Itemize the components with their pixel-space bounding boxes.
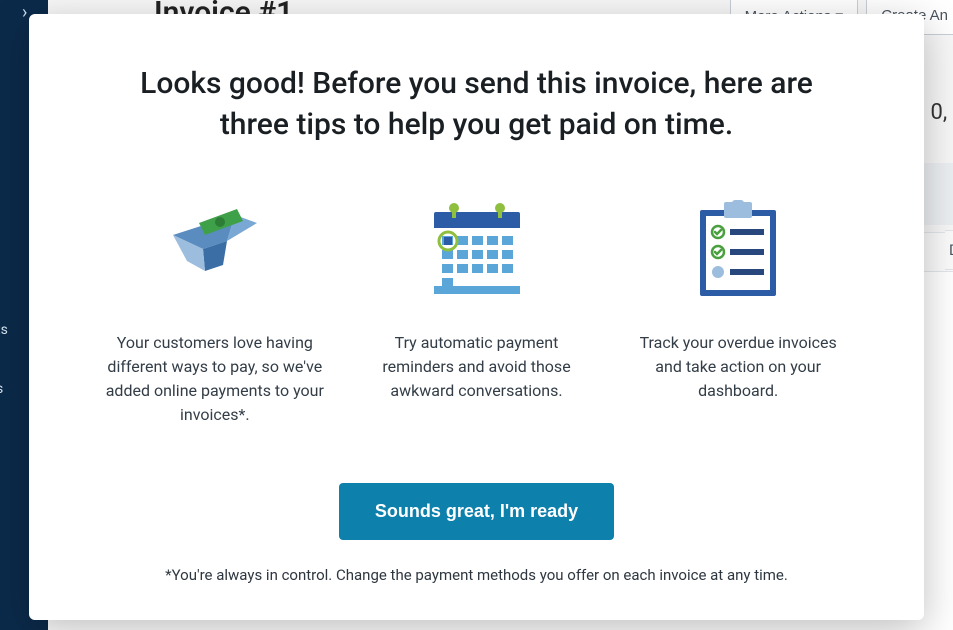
- footnote: *You're always in control. Change the pa…: [99, 566, 854, 584]
- sounds-great-button[interactable]: Sounds great, I'm ready: [339, 483, 614, 540]
- modal-title: Looks good! Before you send this invoice…: [137, 64, 817, 145]
- tip-text: Your customers love having different way…: [105, 331, 325, 427]
- tip-reminders: Try automatic payment reminders and avoi…: [361, 195, 593, 427]
- tip-online-payments: Your customers love having different way…: [99, 195, 331, 427]
- sidebar-item-fragment: ts: [0, 322, 8, 338]
- chevron-right-icon[interactable]: ›: [22, 2, 27, 23]
- tip-text: Track your overdue invoices and take act…: [628, 331, 848, 403]
- tips-modal: Looks good! Before you send this invoice…: [29, 14, 924, 620]
- clipboard-checklist-icon: [694, 195, 782, 305]
- date-fragment: 0, 2: [930, 100, 953, 125]
- paper-plane-money-icon: [165, 195, 265, 305]
- tip-dashboard: Track your overdue invoices and take act…: [622, 195, 854, 427]
- tip-text: Try automatic payment reminders and avoi…: [367, 331, 587, 403]
- status-fragment: Dra: [945, 230, 953, 270]
- tips-row: Your customers love having different way…: [99, 195, 854, 427]
- background-detail: 0, 2 Dra: [930, 100, 953, 125]
- calendar-icon: [428, 195, 526, 305]
- sidebar-item-fragment: s: [0, 381, 3, 397]
